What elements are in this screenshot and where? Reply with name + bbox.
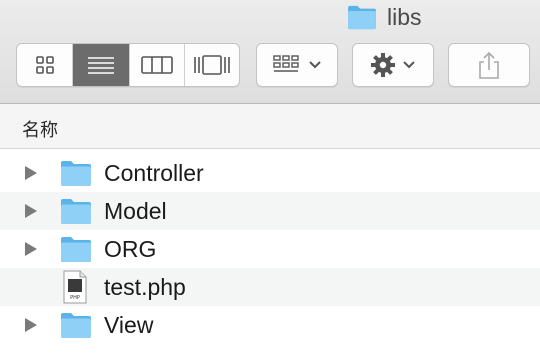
share-button[interactable]: [448, 43, 530, 87]
disclosure-triangle-icon[interactable]: [25, 204, 37, 218]
disclosure-triangle-icon[interactable]: [25, 242, 37, 256]
file-name: test.php: [104, 274, 186, 300]
grid-icon: [35, 56, 54, 74]
list-item-view[interactable]: View: [0, 306, 540, 344]
list-item-model[interactable]: Model: [0, 192, 540, 230]
file-badge: PHP: [70, 295, 80, 301]
name-column-header[interactable]: 名称: [22, 116, 58, 142]
chevron-down-icon: [309, 61, 321, 69]
window-title-label: libs: [387, 3, 422, 30]
columns-icon: [141, 56, 173, 74]
file-name: View: [104, 312, 154, 338]
list-item-controller[interactable]: Controller: [0, 154, 540, 192]
folder-icon: [60, 311, 92, 339]
share-icon: [479, 51, 499, 79]
chevron-down-icon: [403, 61, 415, 69]
gear-icon: [371, 53, 395, 77]
disclosure-triangle-icon[interactable]: [25, 166, 37, 180]
share-button-content: [449, 44, 529, 86]
folder-icon: [60, 159, 92, 187]
disclosure-triangle-icon[interactable]: [25, 318, 37, 332]
coverflow-view-button[interactable]: [185, 44, 239, 86]
column-header[interactable]: 名称: [0, 104, 540, 149]
arrange-button[interactable]: [256, 43, 338, 87]
list-icon: [88, 57, 115, 74]
list-item-org[interactable]: ORG: [0, 230, 540, 268]
file-name: ORG: [104, 236, 157, 262]
list-view-button[interactable]: [73, 44, 131, 86]
folder-icon: [345, 4, 379, 30]
action-button[interactable]: [352, 43, 434, 87]
list-item-test-php[interactable]: PHP test.php: [0, 268, 540, 306]
file-name: Model: [104, 198, 167, 224]
file-name: Controller: [104, 160, 204, 186]
coverflow-icon: [194, 55, 230, 75]
folder-icon: [60, 197, 92, 225]
window-title: libs: [345, 0, 422, 34]
toolbar: libs: [0, 0, 540, 104]
column-view-button[interactable]: [130, 44, 185, 86]
icon-view-button[interactable]: [17, 44, 74, 86]
folder-icon: [60, 235, 92, 263]
view-mode-control: [16, 43, 240, 87]
arrange-button-content: [257, 44, 337, 86]
file-list: Controller Model ORG PHP test.php View: [0, 154, 540, 344]
action-button-content: [353, 44, 433, 86]
arrange-icon: [273, 55, 299, 72]
php-file-icon: PHP: [63, 270, 87, 304]
